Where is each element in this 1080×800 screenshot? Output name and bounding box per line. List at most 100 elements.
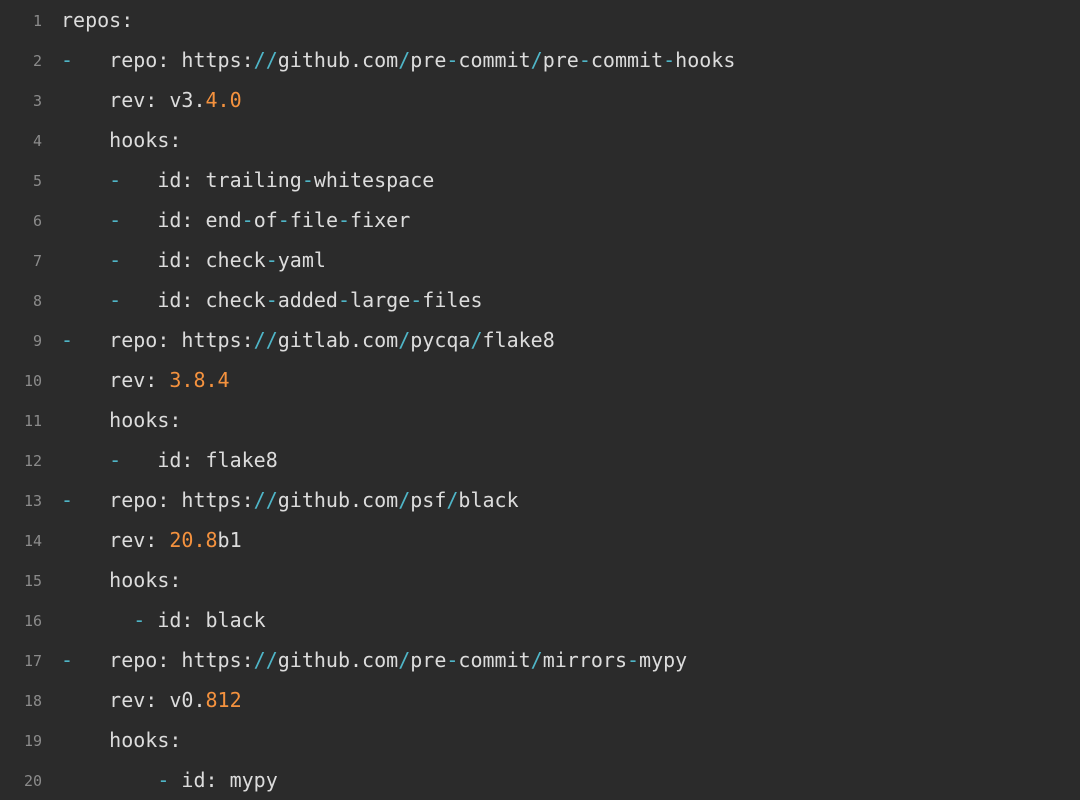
- text-token: id: trailing: [121, 168, 302, 192]
- code-text[interactable]: - repo: https://gitlab.com/pycqa/flake8: [61, 327, 555, 353]
- code-text[interactable]: - repo: https://github.com/pre-commit/mi…: [61, 647, 687, 673]
- code-text[interactable]: hooks:: [61, 727, 181, 753]
- text-token: rev: v0.: [61, 688, 206, 712]
- code-text[interactable]: - id: check-added-large-files: [61, 287, 483, 313]
- code-text[interactable]: - id: mypy: [61, 767, 278, 793]
- text-token: fixer: [350, 208, 411, 232]
- code-text[interactable]: - repo: https://github.com/psf/black: [61, 487, 519, 513]
- punctuation-token: -: [265, 248, 278, 272]
- text-token: id: black: [145, 608, 266, 632]
- punctuation-token: /: [530, 48, 543, 72]
- code-text[interactable]: hooks:: [61, 407, 181, 433]
- punctuation-token: -: [446, 648, 459, 672]
- code-line[interactable]: 10 rev: 3.8.4: [0, 360, 1080, 400]
- text-token: commit: [458, 648, 531, 672]
- punctuation-token: -: [61, 488, 74, 512]
- text-token: pycqa: [410, 328, 471, 352]
- line-number: 16: [23, 612, 42, 630]
- code-text[interactable]: - id: end-of-file-fixer: [61, 207, 410, 233]
- number-token: 4.0: [205, 88, 242, 112]
- punctuation-token: -: [338, 208, 351, 232]
- text-token: mirrors: [542, 648, 627, 672]
- code-line[interactable]: 14 rev: 20.8b1: [0, 520, 1080, 560]
- code-line[interactable]: 1 repos:: [0, 0, 1080, 40]
- code-line[interactable]: 13 - repo: https://github.com/psf/black: [0, 480, 1080, 520]
- code-line[interactable]: 16 - id: black: [0, 600, 1080, 640]
- text-token: hooks:: [61, 128, 182, 152]
- line-number: 17: [23, 652, 42, 670]
- code-text[interactable]: - repo: https://github.com/pre-commit/pr…: [61, 47, 735, 73]
- punctuation-token: -: [446, 48, 459, 72]
- text-token: files: [422, 288, 483, 312]
- punctuation-token: -: [663, 48, 676, 72]
- text-token: hooks:: [61, 568, 182, 592]
- punctuation-token: -: [109, 208, 122, 232]
- code-text[interactable]: - id: flake8: [61, 447, 278, 473]
- code-line[interactable]: 17- repo: https://github.com/pre-commit/…: [0, 640, 1080, 680]
- punctuation-token: -: [627, 648, 640, 672]
- line-number: 13: [23, 492, 42, 510]
- code-editor[interactable]: 1 repos: 2- repo: https://github.com/pre-c…: [0, 0, 1080, 800]
- code-text[interactable]: - id: check-yaml: [61, 247, 326, 273]
- line-number: 9: [32, 332, 42, 350]
- text-token: repo: https:: [73, 648, 254, 672]
- text-token: github.com: [277, 488, 399, 512]
- line-number: 20: [23, 772, 42, 790]
- code-line[interactable]: 19 hooks:: [0, 720, 1080, 760]
- code-text[interactable]: repos:: [61, 7, 133, 33]
- code-text[interactable]: rev: v3.4.0: [61, 87, 242, 113]
- punctuation-token: //: [253, 328, 278, 352]
- line-number: 5: [32, 172, 42, 190]
- punctuation-token: -: [61, 328, 74, 352]
- punctuation-token: /: [530, 648, 543, 672]
- code-line[interactable]: 5 - id: trailing-whitespace: [0, 160, 1080, 200]
- code-line[interactable]: 6 - id: end-of-file-fixer: [0, 200, 1080, 240]
- text-token: repo: https:: [73, 328, 254, 352]
- punctuation-token: -: [410, 288, 423, 312]
- number-token: 3.8.4: [169, 368, 230, 392]
- text-token: commit: [590, 48, 664, 72]
- code-line[interactable]: 8 - id: check-added-large-files: [0, 280, 1080, 320]
- code-line[interactable]: 7 - id: check-yaml: [0, 240, 1080, 280]
- text-token: mypy: [639, 648, 688, 672]
- code-line[interactable]: 12 - id: flake8: [0, 440, 1080, 480]
- number-token: 20.8: [169, 528, 218, 552]
- punctuation-token: /: [470, 328, 483, 352]
- code-line[interactable]: 3 rev: v3.4.0: [0, 80, 1080, 120]
- code-text[interactable]: rev: v0.812: [61, 687, 241, 713]
- text-token: rev:: [61, 528, 170, 552]
- code-text[interactable]: rev: 3.8.4: [61, 367, 230, 393]
- code-line[interactable]: 15 hooks:: [0, 560, 1080, 600]
- line-number: 2: [32, 52, 42, 70]
- text-token: github.com: [277, 48, 399, 72]
- punctuation-token: //: [253, 648, 278, 672]
- code-line[interactable]: 11 hooks:: [0, 400, 1080, 440]
- code-line[interactable]: 4 hooks:: [0, 120, 1080, 160]
- punctuation-token: -: [109, 248, 122, 272]
- punctuation-token: /: [398, 648, 411, 672]
- punctuation-token: -: [265, 288, 278, 312]
- code-text[interactable]: hooks:: [61, 567, 181, 593]
- code-line[interactable]: 18 rev: v0.812: [0, 680, 1080, 720]
- text-token: flake8: [482, 328, 555, 352]
- code-text[interactable]: - id: trailing-whitespace: [61, 167, 434, 193]
- line-number: 18: [23, 692, 42, 710]
- code-line[interactable]: 9- repo: https://gitlab.com/pycqa/flake8: [0, 320, 1080, 360]
- line-number: 7: [32, 252, 42, 270]
- text-token: whitespace: [313, 168, 435, 192]
- text-token: hooks: [675, 48, 736, 72]
- code-text[interactable]: - id: black: [61, 607, 266, 633]
- code-text[interactable]: hooks:: [61, 127, 181, 153]
- code-line[interactable]: 2- repo: https://github.com/pre-commit/p…: [0, 40, 1080, 80]
- punctuation-token: -: [578, 48, 591, 72]
- text-token: yaml: [277, 248, 326, 272]
- text-token: id: end: [121, 208, 242, 232]
- text-token: pre: [410, 648, 447, 672]
- text-token: id: mypy: [169, 768, 278, 792]
- code-text[interactable]: rev: 20.8b1: [61, 527, 241, 553]
- code-line[interactable]: 20 - id: mypy: [0, 760, 1080, 800]
